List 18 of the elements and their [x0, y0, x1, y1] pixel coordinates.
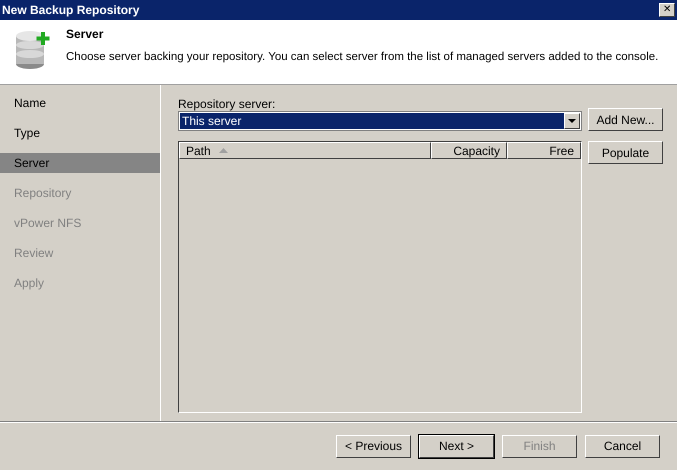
side-button[interactable]: Add New...	[588, 108, 663, 131]
close-button[interactable]: ✕	[659, 3, 675, 17]
header-description: Choose server backing your repository. You can select server from the list of managed servers added to the console.	[66, 50, 658, 65]
column-header[interactable]: Capacity	[431, 142, 507, 159]
header-title: Server	[66, 26, 104, 43]
wizard-step[interactable]: Server	[0, 153, 160, 173]
side-button[interactable]: Populate	[588, 141, 663, 164]
server-dropdown[interactable]: This server	[178, 111, 582, 131]
wizard-button[interactable]: Cancel	[585, 434, 660, 458]
sort-ascending-icon	[218, 148, 228, 153]
wizard-button[interactable]: < Previous	[336, 434, 411, 458]
window-title: New Backup Repository	[2, 2, 140, 19]
wizard-step[interactable]: Type	[0, 123, 160, 143]
wizard-step[interactable]: Name	[0, 93, 160, 113]
column-header[interactable]: Free	[507, 142, 581, 159]
column-header[interactable]: Path	[179, 142, 431, 159]
field-label: Repository server:	[178, 96, 276, 111]
wizard-button[interactable]: Next >	[419, 434, 494, 458]
